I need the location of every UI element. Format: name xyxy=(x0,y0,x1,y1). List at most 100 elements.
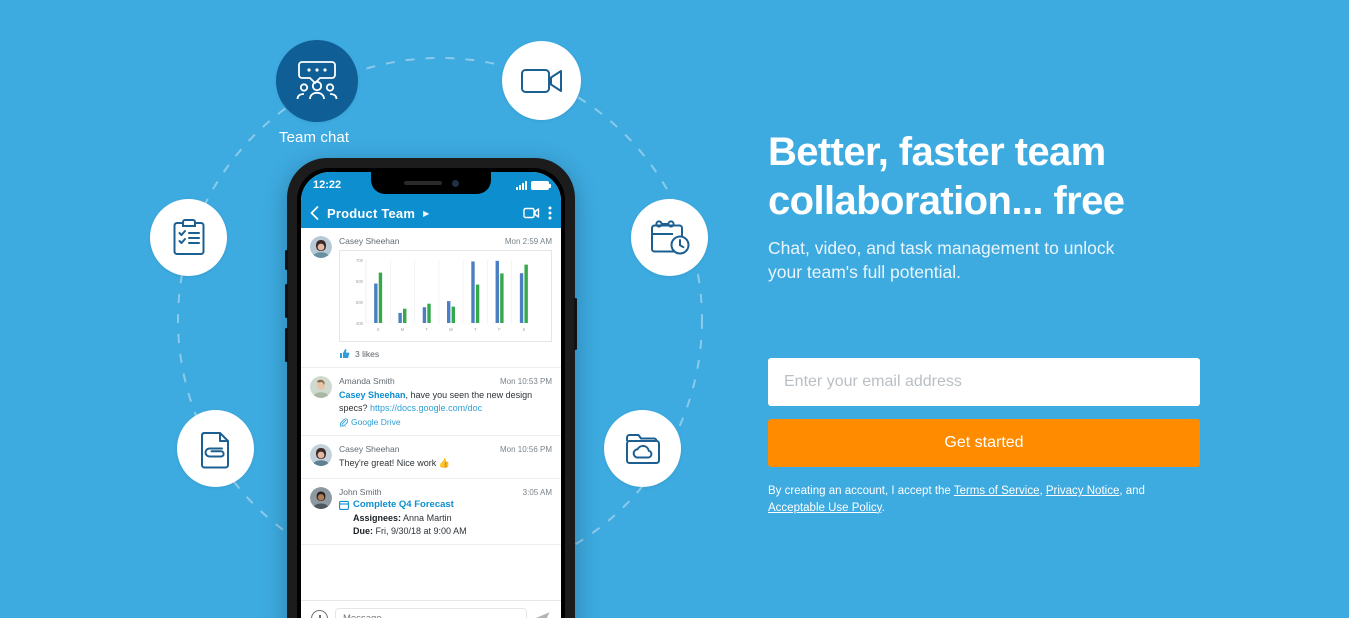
likes-row[interactable]: 3 likes xyxy=(339,348,552,359)
caret-right-icon[interactable]: ▶ xyxy=(423,209,429,218)
message-time: 3:05 AM xyxy=(522,488,552,498)
chat-title[interactable]: Product Team xyxy=(327,206,415,221)
avatar xyxy=(310,376,332,398)
mention-link[interactable]: Casey Sheehan xyxy=(339,390,406,400)
hero-column: Better, faster team collaboration... fre… xyxy=(768,128,1208,516)
paperclip-icon xyxy=(339,418,348,427)
avatar xyxy=(310,236,332,258)
table-row[interactable]: Amanda Smith Mon 10:53 PM Casey Sheehan,… xyxy=(301,368,561,437)
status-indicators xyxy=(516,180,551,190)
legal-sep-2: , and xyxy=(1119,485,1145,498)
message-composer xyxy=(301,600,561,618)
due-label: Due: xyxy=(353,526,373,537)
email-field[interactable] xyxy=(768,358,1200,407)
phone-volume-down-button xyxy=(285,328,288,362)
message-author: Casey Sheehan xyxy=(339,444,400,455)
due-value: Fri, 9/30/18 at 9:00 AM xyxy=(375,526,467,537)
svg-text:S: S xyxy=(377,327,380,332)
send-arrow-icon[interactable] xyxy=(534,611,551,618)
feature-bubble-tasks[interactable] xyxy=(150,199,227,276)
back-chevron-icon[interactable] xyxy=(310,206,319,220)
feature-label-team-chat: Team chat xyxy=(279,129,350,146)
message-url-link[interactable]: https://docs.google.com/doc xyxy=(370,403,482,413)
headline-line-2: collaboration... free xyxy=(768,178,1125,223)
task-title: Complete Q4 Forecast xyxy=(353,499,454,511)
terms-of-service-link[interactable]: Terms of Service xyxy=(954,485,1040,497)
svg-text:T: T xyxy=(474,327,477,332)
table-row[interactable]: John Smith 3:05 AM Complete Q4 Forecast … xyxy=(301,479,561,546)
phone-notch xyxy=(371,172,491,194)
assignees-value: Anna Martin xyxy=(403,513,452,524)
front-camera-icon xyxy=(451,179,459,187)
subhead-line-2: your team's full potential. xyxy=(768,262,962,283)
signal-bars-icon xyxy=(516,180,527,190)
phone-mockup: 12:22 Product Team ▶ Casey Sheehan Mon 2… xyxy=(285,158,577,618)
hero-subhead: Chat, video, and task management to unlo… xyxy=(768,236,1208,286)
page-title: Better, faster team collaboration... fre… xyxy=(768,128,1208,226)
avatar xyxy=(310,487,332,510)
video-camera-icon xyxy=(520,68,562,93)
video-call-icon[interactable] xyxy=(523,207,540,219)
status-time: 12:22 xyxy=(313,179,342,191)
phone-power-button xyxy=(574,298,577,350)
assignees-label: Assignees: xyxy=(353,513,402,524)
legal-prefix: By creating an account, I accept the xyxy=(768,485,954,498)
message-text: They're great! Nice work 👍 xyxy=(339,458,450,469)
acceptable-use-policy-link[interactable]: Acceptable Use Policy xyxy=(768,502,882,514)
phone-silent-switch xyxy=(285,250,288,270)
message-author: Amanda Smith xyxy=(339,376,395,386)
cloud-folder-icon xyxy=(625,433,660,464)
svg-text:700: 700 xyxy=(356,258,364,263)
phone-bezel: 12:22 Product Team ▶ Casey Sheehan Mon 2… xyxy=(297,168,565,618)
subhead-line-1: Chat, video, and task management to unlo… xyxy=(768,237,1115,258)
task-calendar-icon xyxy=(339,500,349,510)
document-paperclip-icon xyxy=(200,431,229,468)
clipboard-checklist-icon xyxy=(173,218,204,255)
legal-suffix: . xyxy=(881,501,885,514)
status-bar: 12:22 xyxy=(301,172,561,198)
earpiece-speaker xyxy=(403,181,442,185)
message-time: Mon 10:53 PM xyxy=(499,377,552,386)
table-row[interactable]: Casey Sheehan Mon 10:56 PM They're great… xyxy=(301,436,561,480)
battery-icon xyxy=(531,180,551,190)
feature-bubble-files[interactable] xyxy=(177,410,254,487)
attachment-row[interactable]: Google Drive xyxy=(339,417,552,427)
likes-count: 3 likes xyxy=(355,348,380,359)
plus-circle-icon[interactable] xyxy=(311,610,328,618)
feature-bubble-calendar[interactable] xyxy=(631,199,708,276)
chat-app-bar: Product Team ▶ xyxy=(301,198,561,228)
message-author: John Smith xyxy=(339,487,382,498)
message-time: Mon 10:56 PM xyxy=(499,445,552,455)
phone-screen: 12:22 Product Team ▶ Casey Sheehan Mon 2… xyxy=(301,172,561,618)
calendar-clock-icon xyxy=(650,219,689,254)
feature-bubble-cloud[interactable] xyxy=(604,410,681,487)
svg-text:600: 600 xyxy=(356,279,364,284)
thumbs-up-icon xyxy=(340,349,350,358)
feature-bubble-team-chat[interactable] xyxy=(276,40,358,122)
message-time: Mon 2:59 AM xyxy=(504,237,552,246)
message-input[interactable] xyxy=(335,607,527,618)
svg-text:F: F xyxy=(498,327,501,332)
legal-text: By creating an account, I accept the Ter… xyxy=(768,483,1168,516)
svg-text:S: S xyxy=(522,327,525,332)
privacy-notice-link[interactable]: Privacy Notice xyxy=(1046,485,1120,497)
get-started-button[interactable]: Get started xyxy=(768,419,1200,468)
svg-text:T: T xyxy=(425,327,428,332)
task-title-row[interactable]: Complete Q4 Forecast xyxy=(339,499,552,510)
team-chat-icon xyxy=(296,61,338,100)
message-list[interactable]: Casey Sheehan Mon 2:59 AM 400 500 600 700 S M… xyxy=(301,228,561,610)
task-due-row: Due: Fri, 9/30/18 at 9:00 AM xyxy=(339,526,552,536)
svg-text:400: 400 xyxy=(356,321,364,326)
phone-volume-up-button xyxy=(285,284,288,318)
table-row[interactable]: Casey Sheehan Mon 2:59 AM 400 500 600 700 S M… xyxy=(301,228,561,368)
attachment-label: Google Drive xyxy=(351,417,401,428)
svg-text:M: M xyxy=(401,327,405,332)
feature-bubble-video[interactable] xyxy=(502,41,581,120)
landing-page: Team chat 12:22 Product Team ▶ Casey She… xyxy=(0,0,1349,618)
task-assignees-row: Assignees: Anna Martin xyxy=(339,513,552,523)
message-text: Casey Sheehan, have you seen the new des… xyxy=(339,389,552,415)
embedded-bar-chart[interactable]: 400 500 600 700 S M T W T F S xyxy=(339,250,552,342)
svg-text:500: 500 xyxy=(356,300,364,305)
overflow-menu-icon[interactable] xyxy=(548,206,552,220)
message-author: Casey Sheehan xyxy=(339,236,400,246)
